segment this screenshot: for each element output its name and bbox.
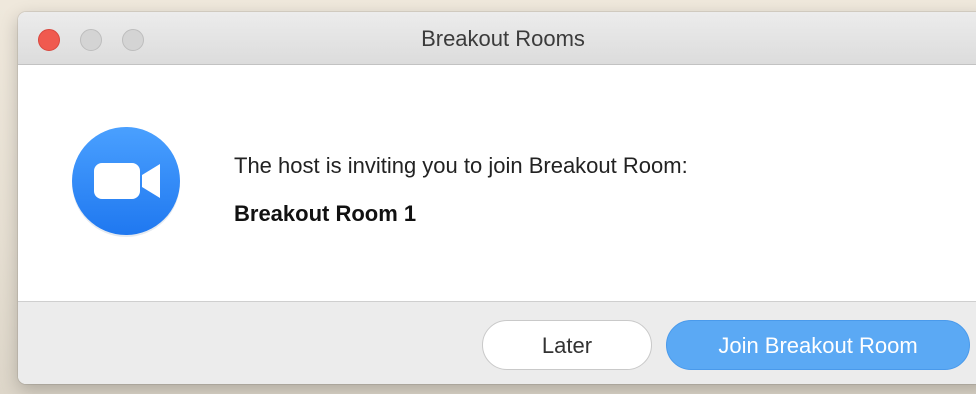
dialog-footer: Later Join Breakout Room (18, 301, 976, 384)
desktop-background: Breakout Rooms The host is inviting you … (0, 0, 976, 394)
join-breakout-room-button[interactable]: Join Breakout Room (666, 320, 970, 370)
breakout-room-name: Breakout Room 1 (234, 201, 417, 226)
window-title: Breakout Rooms (421, 26, 585, 51)
breakout-rooms-dialog: Breakout Rooms The host is inviting you … (18, 12, 976, 384)
invitation-message: The host is inviting you to join Breakou… (234, 153, 688, 178)
zoom-camera-icon (70, 125, 182, 237)
dialog-content: The host is inviting you to join Breakou… (18, 65, 976, 301)
title-bar[interactable]: Breakout Rooms (18, 12, 976, 65)
later-button[interactable]: Later (482, 320, 652, 370)
